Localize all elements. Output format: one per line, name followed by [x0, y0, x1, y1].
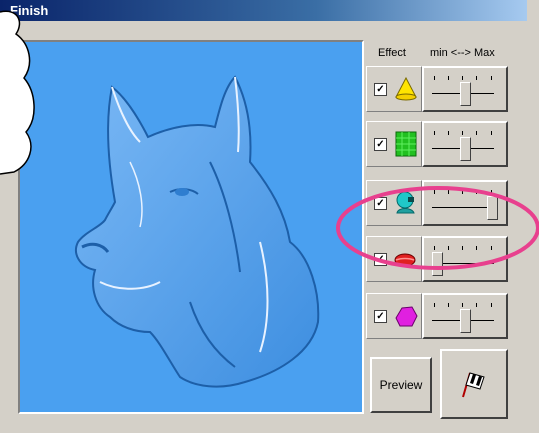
effect-header: Effect [378, 47, 406, 59]
effect-toggle-box: ✓ [366, 293, 422, 339]
title-bar: Finish [0, 0, 527, 21]
slider-thumb[interactable] [459, 82, 471, 106]
effect-row: ✓ [366, 180, 508, 226]
slider-thumb[interactable] [432, 252, 443, 276]
effect-row: ✓ [366, 293, 508, 339]
effect-slider[interactable] [422, 293, 508, 339]
title-bar-gap [527, 0, 539, 21]
yellow-cone-icon [395, 76, 417, 101]
effect-checkbox[interactable]: ✓ [374, 83, 387, 96]
slider-thumb[interactable] [459, 137, 471, 161]
magenta-shape-icon [395, 306, 418, 327]
checkered-flag-icon [462, 372, 485, 398]
effect-checkbox[interactable]: ✓ [374, 197, 387, 210]
green-texture-icon [395, 131, 417, 157]
effect-slider[interactable] [422, 66, 508, 112]
preview-button[interactable]: Preview [370, 357, 432, 413]
window-title: Finish [10, 3, 49, 18]
red-lips-icon [394, 253, 416, 267]
effect-toggle-box: ✓ [366, 180, 422, 226]
effect-slider[interactable] [422, 180, 508, 226]
effect-toggle-box: ✓ [366, 121, 422, 167]
range-header: min <--> Max [430, 47, 495, 59]
slider-thumb[interactable] [487, 196, 498, 220]
effect-slider[interactable] [422, 236, 508, 282]
effect-row: ✓ [366, 121, 508, 167]
effect-row: ✓ [366, 236, 508, 282]
effect-checkbox[interactable]: ✓ [374, 310, 387, 323]
effect-checkbox[interactable]: ✓ [374, 253, 387, 266]
slider-thumb[interactable] [459, 309, 471, 333]
effect-row: ✓ [366, 66, 508, 112]
effect-slider[interactable] [422, 121, 508, 167]
teal-head-icon [396, 191, 415, 214]
image-preview [18, 40, 364, 414]
effect-toggle-box: ✓ [366, 66, 422, 112]
embossed-dog-image [75, 75, 320, 388]
effect-checkbox[interactable]: ✓ [374, 138, 387, 151]
finish-button[interactable] [440, 349, 508, 419]
effect-toggle-box: ✓ [366, 236, 422, 282]
